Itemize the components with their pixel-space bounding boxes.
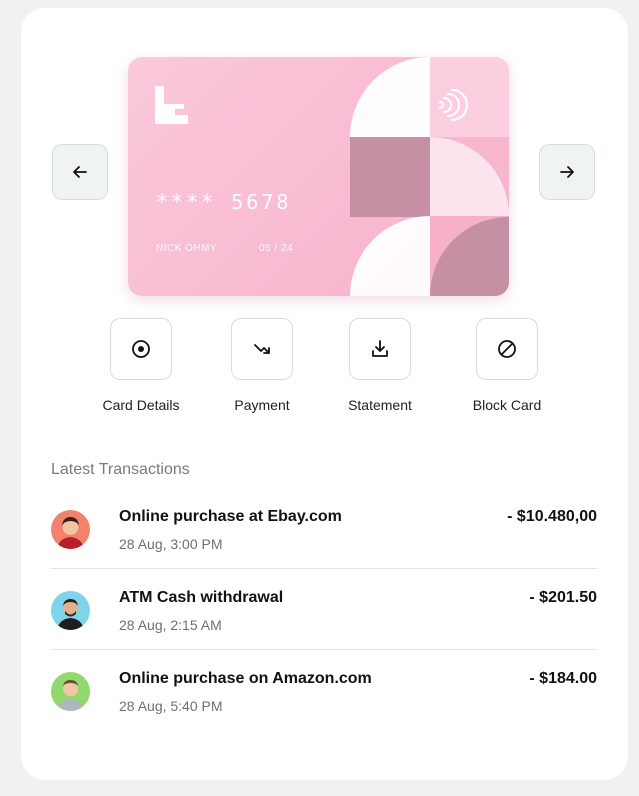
payment-label: Payment — [234, 397, 290, 413]
avatar — [51, 672, 90, 711]
credit-card[interactable]: **** 5678 NICK OHMY 05 / 24 — [128, 57, 509, 296]
avatar — [51, 591, 90, 630]
next-card-button[interactable] — [539, 144, 595, 200]
payment-button[interactable] — [231, 318, 293, 380]
arrow-down-right-icon — [254, 344, 270, 354]
transaction-title: Online purchase on Amazon.com — [119, 670, 372, 687]
card-expiry: 05 / 24 — [259, 243, 294, 254]
previous-card-button[interactable] — [52, 144, 108, 200]
transaction-time: 28 Aug, 3:00 PM — [119, 536, 223, 552]
transaction-time: 28 Aug, 5:40 PM — [119, 698, 223, 714]
transaction-row[interactable]: Online purchase on Amazon.com 28 Aug, 5:… — [51, 664, 597, 745]
target-circle-icon — [132, 340, 150, 358]
transaction-amount: - $201.50 — [529, 589, 597, 606]
divider — [51, 649, 597, 650]
block-card-action[interactable]: Block Card — [452, 318, 562, 413]
latest-transactions-title: Latest Transactions — [51, 461, 190, 478]
card-holder-name: NICK OHMY — [156, 243, 218, 254]
block-card-label: Block Card — [472, 397, 542, 413]
transaction-amount: - $184.00 — [529, 670, 597, 687]
statement-label: Statement — [348, 397, 412, 413]
avatar — [51, 510, 90, 549]
transaction-time: 28 Aug, 2:15 AM — [119, 617, 222, 633]
card-logo — [155, 86, 188, 124]
statement-button[interactable] — [349, 318, 411, 380]
block-icon — [498, 340, 516, 358]
transaction-row[interactable]: ATM Cash withdrawal 28 Aug, 2:15 AM - $2… — [51, 583, 597, 664]
transaction-title: Online purchase at Ebay.com — [119, 508, 342, 525]
payment-action[interactable]: Payment — [207, 318, 317, 413]
card-details-label: Card Details — [102, 397, 180, 413]
transaction-title: ATM Cash withdrawal — [119, 589, 284, 606]
arrow-left-icon — [73, 166, 87, 178]
transaction-row[interactable]: Online purchase at Ebay.com 28 Aug, 3:00… — [51, 502, 597, 583]
statement-action[interactable]: Statement — [325, 318, 435, 413]
card-details-action[interactable]: Card Details — [86, 318, 196, 413]
divider — [51, 568, 597, 569]
card-pattern — [155, 57, 509, 296]
card-number: **** 5678 — [156, 190, 292, 214]
download-icon — [372, 340, 388, 357]
block-card-button[interactable] — [476, 318, 538, 380]
arrow-right-icon — [560, 166, 574, 178]
transaction-amount: - $10.480,00 — [507, 508, 597, 525]
card-details-button[interactable] — [110, 318, 172, 380]
